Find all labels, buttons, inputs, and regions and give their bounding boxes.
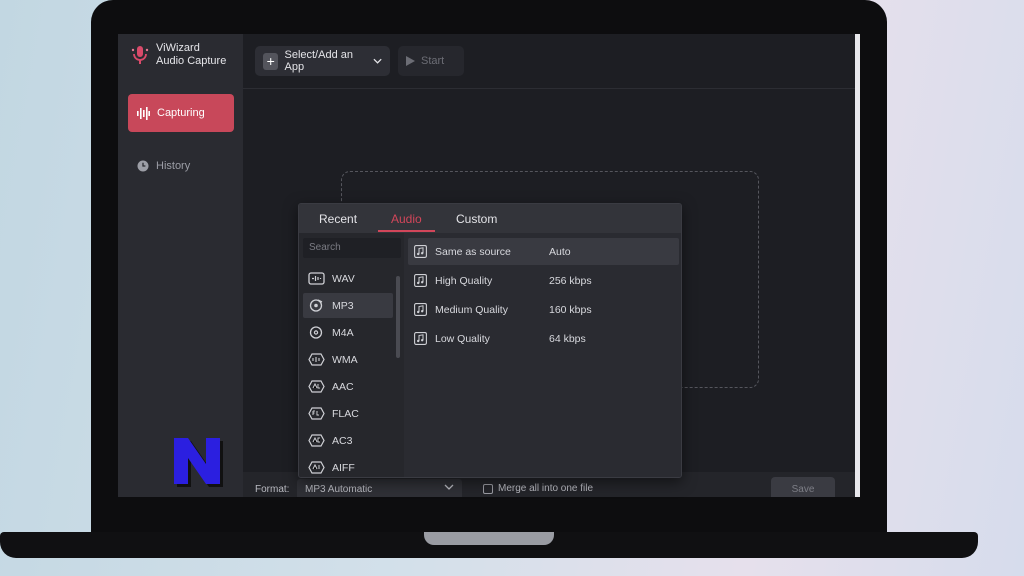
play-icon bbox=[406, 56, 415, 66]
sidebar: ViWizard Audio Capture Capturing History bbox=[118, 34, 243, 497]
ac3-badge-icon bbox=[308, 434, 325, 447]
start-label: Start bbox=[421, 55, 445, 67]
music-note-icon bbox=[414, 274, 427, 287]
n-logo-icon bbox=[174, 438, 223, 487]
quality-rate: 256 kbps bbox=[549, 275, 592, 287]
tab-custom[interactable]: Custom bbox=[456, 212, 497, 226]
format-search-input[interactable]: Search bbox=[303, 238, 401, 258]
format-item-wma[interactable]: WMA bbox=[303, 347, 393, 372]
format-item-flac[interactable]: FLAC bbox=[303, 401, 393, 426]
quality-name: Medium Quality bbox=[435, 304, 508, 316]
quality-list: Same as source Auto High Quality 256 kbp… bbox=[404, 233, 681, 477]
format-label: AC3 bbox=[332, 434, 353, 447]
wav-file-icon bbox=[308, 272, 325, 285]
plus-icon: + bbox=[263, 52, 279, 70]
wma-badge-icon bbox=[308, 353, 325, 366]
format-tabs: Recent Audio Custom bbox=[299, 204, 681, 233]
music-note-icon bbox=[414, 245, 427, 258]
quality-name: Low Quality bbox=[435, 333, 490, 345]
quality-row-same-as-source[interactable]: Same as source Auto bbox=[408, 238, 679, 265]
quality-name: High Quality bbox=[435, 275, 493, 287]
aac-badge-icon bbox=[308, 380, 325, 393]
format-label: M4A bbox=[332, 326, 354, 339]
select-add-app-label: Select/Add an App bbox=[284, 49, 353, 73]
active-tab-underline bbox=[378, 230, 435, 232]
checkbox-box bbox=[483, 483, 493, 494]
sidebar-item-label: Capturing bbox=[157, 107, 205, 119]
format-item-ac3[interactable]: AC3 bbox=[303, 428, 393, 453]
brand: ViWizard Audio Capture bbox=[130, 42, 236, 68]
format-list: Search WAV MP3 M4A WMA AAC FLAC AC3 AIFF bbox=[299, 233, 404, 477]
chevron-down-icon bbox=[444, 484, 454, 490]
save-button[interactable]: Save bbox=[771, 477, 835, 497]
format-popup: Recent Audio Custom Search WAV MP3 M4A W… bbox=[298, 203, 682, 478]
laptop-notch bbox=[424, 532, 554, 545]
format-label: FLAC bbox=[332, 407, 359, 420]
sidebar-item-label: History bbox=[156, 160, 191, 172]
tab-recent[interactable]: Recent bbox=[319, 212, 357, 226]
sidebar-item-capturing[interactable]: Capturing bbox=[128, 94, 234, 132]
quality-name: Same as source bbox=[435, 246, 511, 258]
format-label: AIFF bbox=[332, 461, 355, 474]
format-label: MP3 bbox=[332, 299, 354, 312]
format-value: MP3 Automatic bbox=[305, 484, 373, 495]
format-list-scrollbar[interactable] bbox=[396, 276, 400, 358]
clock-icon bbox=[137, 160, 149, 172]
merge-label: Merge all into one file bbox=[498, 483, 594, 494]
format-label: WMA bbox=[332, 353, 358, 366]
format-item-m4a[interactable]: M4A bbox=[303, 320, 393, 345]
format-select[interactable]: MP3 Automatic bbox=[297, 479, 462, 497]
chevron-down-icon bbox=[373, 58, 382, 64]
waveform-icon bbox=[137, 106, 150, 120]
select-add-app-button[interactable]: + Select/Add an App bbox=[255, 46, 390, 76]
quality-rate: 160 kbps bbox=[549, 304, 592, 316]
sidebar-item-history[interactable]: History bbox=[128, 147, 234, 185]
m4a-disc-icon bbox=[309, 326, 323, 339]
music-note-icon bbox=[414, 303, 427, 316]
microphone-logo-icon bbox=[131, 46, 149, 64]
format-item-aac[interactable]: AAC bbox=[303, 374, 393, 399]
quality-rate: 64 kbps bbox=[549, 333, 586, 345]
format-item-aiff[interactable]: AIFF bbox=[303, 455, 393, 477]
app-title-line2: Audio Capture bbox=[156, 55, 227, 67]
format-label: WAV bbox=[332, 272, 355, 285]
format-item-mp3[interactable]: MP3 bbox=[303, 293, 393, 318]
quality-row-high[interactable]: High Quality 256 kbps bbox=[408, 267, 679, 294]
toolbar: + Select/Add an App Start bbox=[243, 34, 859, 89]
aiff-badge-icon bbox=[308, 461, 325, 474]
music-note-icon bbox=[414, 332, 427, 345]
quality-row-low[interactable]: Low Quality 64 kbps bbox=[408, 325, 679, 352]
format-item-wav[interactable]: WAV bbox=[303, 266, 393, 291]
flac-badge-icon bbox=[308, 407, 325, 420]
merge-checkbox[interactable]: Merge all into one file bbox=[483, 483, 593, 494]
format-label: Format: bbox=[255, 484, 290, 495]
mp3-disc-icon bbox=[309, 299, 323, 312]
app-title-line1: ViWizard bbox=[156, 42, 200, 54]
screen-edge bbox=[855, 34, 860, 497]
quality-rate: Auto bbox=[549, 246, 571, 258]
format-label: AAC bbox=[332, 380, 354, 393]
tab-audio[interactable]: Audio bbox=[391, 212, 422, 226]
quality-row-medium[interactable]: Medium Quality 160 kbps bbox=[408, 296, 679, 323]
start-button[interactable]: Start bbox=[398, 46, 464, 76]
